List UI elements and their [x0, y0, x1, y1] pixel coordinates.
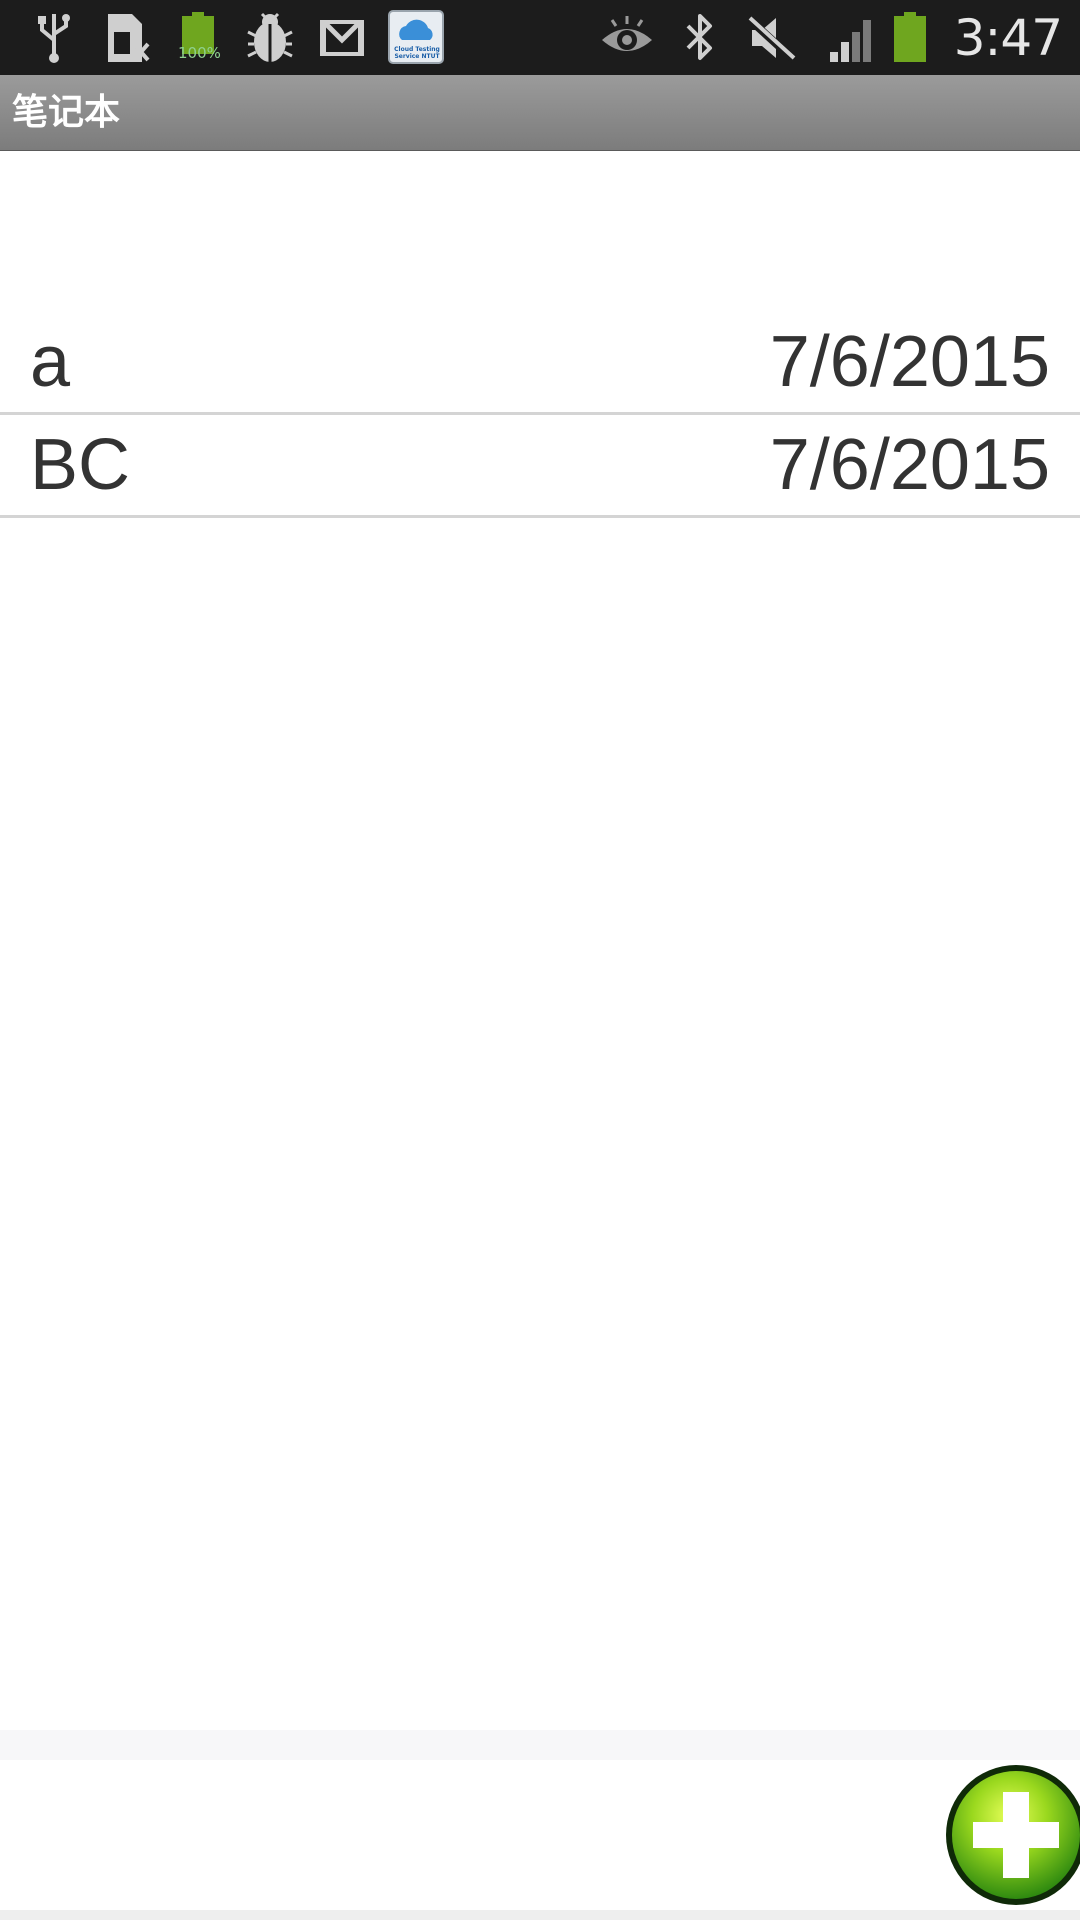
note-title: a	[30, 322, 71, 402]
bottom-edge	[0, 1910, 1080, 1920]
plus-icon	[946, 1765, 1080, 1905]
note-date: 7/6/2015	[769, 425, 1050, 505]
action-bar: 笔记本	[0, 75, 1080, 151]
gmail-icon	[318, 10, 366, 66]
bottom-divider	[0, 1730, 1080, 1760]
mute-icon	[746, 10, 798, 66]
app-title: 笔记本	[12, 92, 121, 133]
status-clock: 3:47	[953, 9, 1063, 67]
sim-card-error-icon	[104, 10, 150, 66]
note-row[interactable]: BC 7/6/2015	[0, 415, 1080, 518]
status-bar: 100% Cloud Testing Service NTUT 3:47	[0, 0, 1080, 75]
note-date: 7/6/2015	[769, 322, 1050, 402]
note-row[interactable]: a 7/6/2015	[0, 312, 1080, 415]
battery-icon	[892, 10, 932, 66]
add-note-button[interactable]	[943, 1762, 1080, 1908]
debug-bug-icon	[244, 10, 296, 66]
usb-icon	[34, 10, 74, 66]
screen: 100% Cloud Testing Service NTUT 3:47 笔记本…	[0, 0, 1080, 1920]
bottom-bar	[0, 1760, 1080, 1910]
signal-icon	[828, 10, 880, 66]
note-title: BC	[30, 425, 131, 505]
battery-percent-label: 100%	[178, 44, 221, 62]
bluetooth-icon	[682, 10, 718, 66]
eye-icon	[598, 10, 656, 66]
note-list: a 7/6/2015 BC 7/6/2015	[0, 312, 1080, 518]
cloud-app-label: Cloud Testing Service NTUT	[394, 46, 440, 60]
